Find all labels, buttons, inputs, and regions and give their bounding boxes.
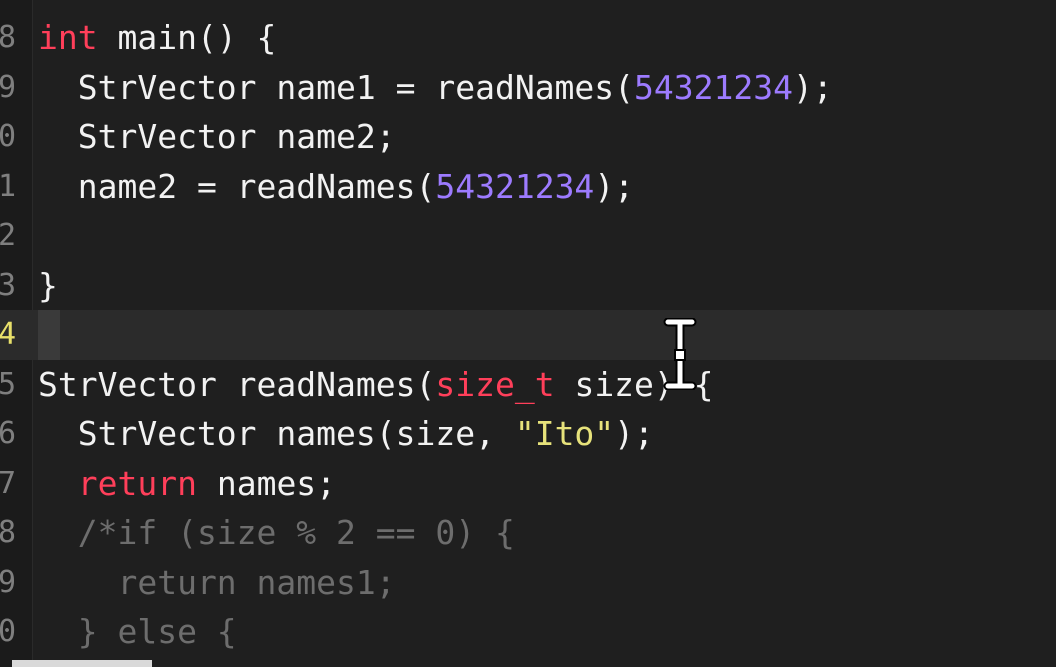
line-number: 4 [0,317,16,353]
code-text[interactable]: StrVector name2; [38,117,396,156]
code-line[interactable]: 9 StrVector name1 = readNames(54321234); [0,63,1056,113]
code-token: main() { [97,18,277,58]
code-text[interactable]: /*if (size % 2 == 0) { [38,513,515,552]
code-line[interactable]: 1 name2 = readNames(54321234); [0,162,1056,212]
code-line[interactable]: 8 /*if (size % 2 == 0) { [0,508,1056,558]
code-token: ); [792,67,833,107]
code-line[interactable]: 9 return names1; [0,558,1056,608]
code-text[interactable]: name2 = readNames(54321234); [38,167,634,206]
line-number: 5 [0,366,16,402]
code-line[interactable]: 4 [0,310,1056,360]
code-line[interactable]: 0 StrVector name2; [0,112,1056,162]
code-text[interactable]: return names; [38,464,336,503]
code-line[interactable]: 2 [0,211,1056,261]
code-token: StrVector readNames( [38,364,436,404]
code-text[interactable]: return names1; [38,562,396,602]
code-token: StrVector name1 = readNames( [38,67,635,107]
line-number: 6 [0,416,16,452]
code-token: name2 = readNames( [38,166,436,206]
code-token: StrVector name2; [38,117,396,157]
code-line[interactable]: 5 StrVector readNames(size_t size) { [0,360,1056,410]
code-line[interactable]: 6 StrVector names(size, "Ito"); [0,409,1056,459]
comment-token: /*if (size % 2 == 0) { [38,513,515,553]
string-token: "Ito" [514,414,615,454]
line-number: 7 [0,465,16,501]
code-line[interactable]: 3} [0,261,1056,311]
line-number: 9 [0,69,16,105]
code-text[interactable]: StrVector readNames(size_t size) { [38,365,714,404]
code-token: StrVector names(size, [38,414,515,454]
code-line[interactable]: 8 int main() { [0,13,1056,63]
comment-token: } else { [38,612,237,652]
keyword-token: return [77,463,197,503]
code-token: names; [196,463,337,503]
code-text[interactable]: } [38,266,58,305]
code-line[interactable]: 7 return names; [0,459,1056,509]
code-token: ); [614,414,654,454]
line-number: 1 [0,168,16,204]
code-token: } [38,265,58,305]
code-text[interactable]: StrVector names(size, "Ito"); [38,414,654,453]
line-number: 8 [0,20,16,56]
line-number: 0 [0,614,16,650]
code-editor[interactable]: 8 int main() { 9 StrVector name1 = readNam… [0,0,1056,667]
line-number: 2 [0,218,16,254]
keyword-token: size_t [435,364,555,404]
next-line-fragment [12,660,152,667]
keyword-token: int [38,18,98,58]
line-number: 9 [0,564,16,600]
text-caret [38,310,60,360]
code-text[interactable]: StrVector name1 = readNames(54321234); [38,68,833,107]
code-text[interactable]: } else { [38,612,237,651]
code-token: ); [594,166,635,206]
number-token: 54321234 [435,166,595,206]
number-token: 54321234 [634,67,793,107]
comment-token: return names1; [38,562,396,602]
code-text[interactable]: int main() { [38,18,276,57]
line-number: 8 [0,515,16,551]
line-number: 3 [0,267,16,303]
line-number: 0 [0,119,16,155]
i-beam-cursor-icon [663,318,697,390]
code-line[interactable]: 0 } else { [0,607,1056,657]
